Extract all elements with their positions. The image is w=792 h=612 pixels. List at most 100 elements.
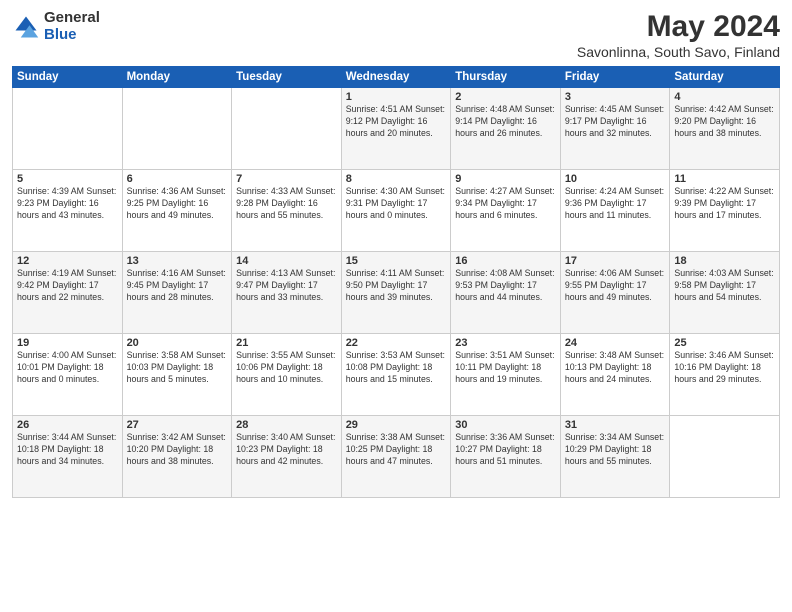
calendar-cell: 6Sunrise: 4:36 AM Sunset: 9:25 PM Daylig… bbox=[122, 170, 232, 252]
day-info: Sunrise: 4:13 AM Sunset: 9:47 PM Dayligh… bbox=[236, 268, 337, 304]
day-info: Sunrise: 3:55 AM Sunset: 10:06 PM Daylig… bbox=[236, 350, 337, 386]
day-info: Sunrise: 4:00 AM Sunset: 10:01 PM Daylig… bbox=[17, 350, 118, 386]
day-info: Sunrise: 4:36 AM Sunset: 9:25 PM Dayligh… bbox=[127, 186, 228, 222]
day-info: Sunrise: 3:34 AM Sunset: 10:29 PM Daylig… bbox=[565, 432, 666, 468]
calendar-cell: 1Sunrise: 4:51 AM Sunset: 9:12 PM Daylig… bbox=[341, 88, 451, 170]
day-number: 12 bbox=[17, 255, 118, 267]
logo-blue: Blue bbox=[44, 27, 100, 44]
calendar-week-4: 19Sunrise: 4:00 AM Sunset: 10:01 PM Dayl… bbox=[13, 334, 780, 416]
day-number: 9 bbox=[455, 173, 556, 185]
day-number: 6 bbox=[127, 173, 228, 185]
calendar-cell: 13Sunrise: 4:16 AM Sunset: 9:45 PM Dayli… bbox=[122, 252, 232, 334]
day-number: 21 bbox=[236, 337, 337, 349]
day-number: 29 bbox=[346, 419, 447, 431]
calendar-cell: 8Sunrise: 4:30 AM Sunset: 9:31 PM Daylig… bbox=[341, 170, 451, 252]
day-info: Sunrise: 4:42 AM Sunset: 9:20 PM Dayligh… bbox=[674, 104, 775, 140]
day-number: 3 bbox=[565, 91, 666, 103]
header-wednesday: Wednesday bbox=[341, 67, 451, 88]
calendar-cell: 14Sunrise: 4:13 AM Sunset: 9:47 PM Dayli… bbox=[232, 252, 342, 334]
day-number: 1 bbox=[346, 91, 447, 103]
calendar-cell: 11Sunrise: 4:22 AM Sunset: 9:39 PM Dayli… bbox=[670, 170, 780, 252]
header-sunday: Sunday bbox=[13, 67, 123, 88]
day-info: Sunrise: 3:42 AM Sunset: 10:20 PM Daylig… bbox=[127, 432, 228, 468]
calendar-cell: 12Sunrise: 4:19 AM Sunset: 9:42 PM Dayli… bbox=[13, 252, 123, 334]
day-info: Sunrise: 3:51 AM Sunset: 10:11 PM Daylig… bbox=[455, 350, 556, 386]
calendar-title: May 2024 bbox=[577, 10, 780, 44]
calendar-cell: 19Sunrise: 4:00 AM Sunset: 10:01 PM Dayl… bbox=[13, 334, 123, 416]
day-number: 18 bbox=[674, 255, 775, 267]
calendar-cell: 15Sunrise: 4:11 AM Sunset: 9:50 PM Dayli… bbox=[341, 252, 451, 334]
calendar-cell: 9Sunrise: 4:27 AM Sunset: 9:34 PM Daylig… bbox=[451, 170, 561, 252]
day-number: 10 bbox=[565, 173, 666, 185]
calendar-cell: 27Sunrise: 3:42 AM Sunset: 10:20 PM Dayl… bbox=[122, 416, 232, 498]
calendar-cell bbox=[232, 88, 342, 170]
page: General Blue May 2024 Savonlinna, South … bbox=[0, 0, 792, 612]
calendar-cell: 25Sunrise: 3:46 AM Sunset: 10:16 PM Dayl… bbox=[670, 334, 780, 416]
day-info: Sunrise: 3:44 AM Sunset: 10:18 PM Daylig… bbox=[17, 432, 118, 468]
header-thursday: Thursday bbox=[451, 67, 561, 88]
day-number: 13 bbox=[127, 255, 228, 267]
day-number: 4 bbox=[674, 91, 775, 103]
day-info: Sunrise: 4:30 AM Sunset: 9:31 PM Dayligh… bbox=[346, 186, 447, 222]
calendar-cell: 26Sunrise: 3:44 AM Sunset: 10:18 PM Dayl… bbox=[13, 416, 123, 498]
calendar-cell bbox=[122, 88, 232, 170]
day-info: Sunrise: 4:22 AM Sunset: 9:39 PM Dayligh… bbox=[674, 186, 775, 222]
day-info: Sunrise: 3:40 AM Sunset: 10:23 PM Daylig… bbox=[236, 432, 337, 468]
day-info: Sunrise: 4:16 AM Sunset: 9:45 PM Dayligh… bbox=[127, 268, 228, 304]
day-info: Sunrise: 4:03 AM Sunset: 9:58 PM Dayligh… bbox=[674, 268, 775, 304]
day-info: Sunrise: 4:51 AM Sunset: 9:12 PM Dayligh… bbox=[346, 104, 447, 140]
calendar-body: 1Sunrise: 4:51 AM Sunset: 9:12 PM Daylig… bbox=[13, 88, 780, 498]
calendar-cell: 31Sunrise: 3:34 AM Sunset: 10:29 PM Dayl… bbox=[560, 416, 670, 498]
day-info: Sunrise: 4:45 AM Sunset: 9:17 PM Dayligh… bbox=[565, 104, 666, 140]
day-info: Sunrise: 3:53 AM Sunset: 10:08 PM Daylig… bbox=[346, 350, 447, 386]
day-number: 14 bbox=[236, 255, 337, 267]
day-info: Sunrise: 4:08 AM Sunset: 9:53 PM Dayligh… bbox=[455, 268, 556, 304]
header: General Blue May 2024 Savonlinna, South … bbox=[12, 10, 780, 60]
day-number: 8 bbox=[346, 173, 447, 185]
day-info: Sunrise: 4:11 AM Sunset: 9:50 PM Dayligh… bbox=[346, 268, 447, 304]
day-number: 26 bbox=[17, 419, 118, 431]
calendar-subtitle: Savonlinna, South Savo, Finland bbox=[577, 44, 780, 60]
calendar-cell: 16Sunrise: 4:08 AM Sunset: 9:53 PM Dayli… bbox=[451, 252, 561, 334]
day-number: 25 bbox=[674, 337, 775, 349]
calendar-cell: 28Sunrise: 3:40 AM Sunset: 10:23 PM Dayl… bbox=[232, 416, 342, 498]
calendar-cell: 2Sunrise: 4:48 AM Sunset: 9:14 PM Daylig… bbox=[451, 88, 561, 170]
calendar-cell: 30Sunrise: 3:36 AM Sunset: 10:27 PM Dayl… bbox=[451, 416, 561, 498]
day-number: 16 bbox=[455, 255, 556, 267]
title-block: May 2024 Savonlinna, South Savo, Finland bbox=[577, 10, 780, 60]
day-number: 15 bbox=[346, 255, 447, 267]
header-tuesday: Tuesday bbox=[232, 67, 342, 88]
calendar-header: Sunday Monday Tuesday Wednesday Thursday… bbox=[13, 67, 780, 88]
calendar-week-5: 26Sunrise: 3:44 AM Sunset: 10:18 PM Dayl… bbox=[13, 416, 780, 498]
day-number: 30 bbox=[455, 419, 556, 431]
day-info: Sunrise: 3:38 AM Sunset: 10:25 PM Daylig… bbox=[346, 432, 447, 468]
calendar-cell: 20Sunrise: 3:58 AM Sunset: 10:03 PM Dayl… bbox=[122, 334, 232, 416]
day-info: Sunrise: 4:33 AM Sunset: 9:28 PM Dayligh… bbox=[236, 186, 337, 222]
day-number: 23 bbox=[455, 337, 556, 349]
calendar-week-2: 5Sunrise: 4:39 AM Sunset: 9:23 PM Daylig… bbox=[13, 170, 780, 252]
header-friday: Friday bbox=[560, 67, 670, 88]
day-info: Sunrise: 4:39 AM Sunset: 9:23 PM Dayligh… bbox=[17, 186, 118, 222]
day-info: Sunrise: 4:19 AM Sunset: 9:42 PM Dayligh… bbox=[17, 268, 118, 304]
calendar-week-3: 12Sunrise: 4:19 AM Sunset: 9:42 PM Dayli… bbox=[13, 252, 780, 334]
calendar-cell: 5Sunrise: 4:39 AM Sunset: 9:23 PM Daylig… bbox=[13, 170, 123, 252]
calendar-cell: 24Sunrise: 3:48 AM Sunset: 10:13 PM Dayl… bbox=[560, 334, 670, 416]
logo-general: General bbox=[44, 10, 100, 27]
calendar-cell bbox=[13, 88, 123, 170]
calendar-cell: 10Sunrise: 4:24 AM Sunset: 9:36 PM Dayli… bbox=[560, 170, 670, 252]
calendar-cell bbox=[670, 416, 780, 498]
calendar-week-1: 1Sunrise: 4:51 AM Sunset: 9:12 PM Daylig… bbox=[13, 88, 780, 170]
header-row: Sunday Monday Tuesday Wednesday Thursday… bbox=[13, 67, 780, 88]
calendar-cell: 4Sunrise: 4:42 AM Sunset: 9:20 PM Daylig… bbox=[670, 88, 780, 170]
day-info: Sunrise: 3:48 AM Sunset: 10:13 PM Daylig… bbox=[565, 350, 666, 386]
calendar-cell: 7Sunrise: 4:33 AM Sunset: 9:28 PM Daylig… bbox=[232, 170, 342, 252]
day-number: 24 bbox=[565, 337, 666, 349]
day-number: 28 bbox=[236, 419, 337, 431]
calendar-table: Sunday Monday Tuesday Wednesday Thursday… bbox=[12, 66, 780, 498]
header-saturday: Saturday bbox=[670, 67, 780, 88]
logo-icon bbox=[12, 13, 40, 41]
day-number: 17 bbox=[565, 255, 666, 267]
logo: General Blue bbox=[12, 10, 100, 43]
calendar-cell: 3Sunrise: 4:45 AM Sunset: 9:17 PM Daylig… bbox=[560, 88, 670, 170]
day-info: Sunrise: 3:46 AM Sunset: 10:16 PM Daylig… bbox=[674, 350, 775, 386]
